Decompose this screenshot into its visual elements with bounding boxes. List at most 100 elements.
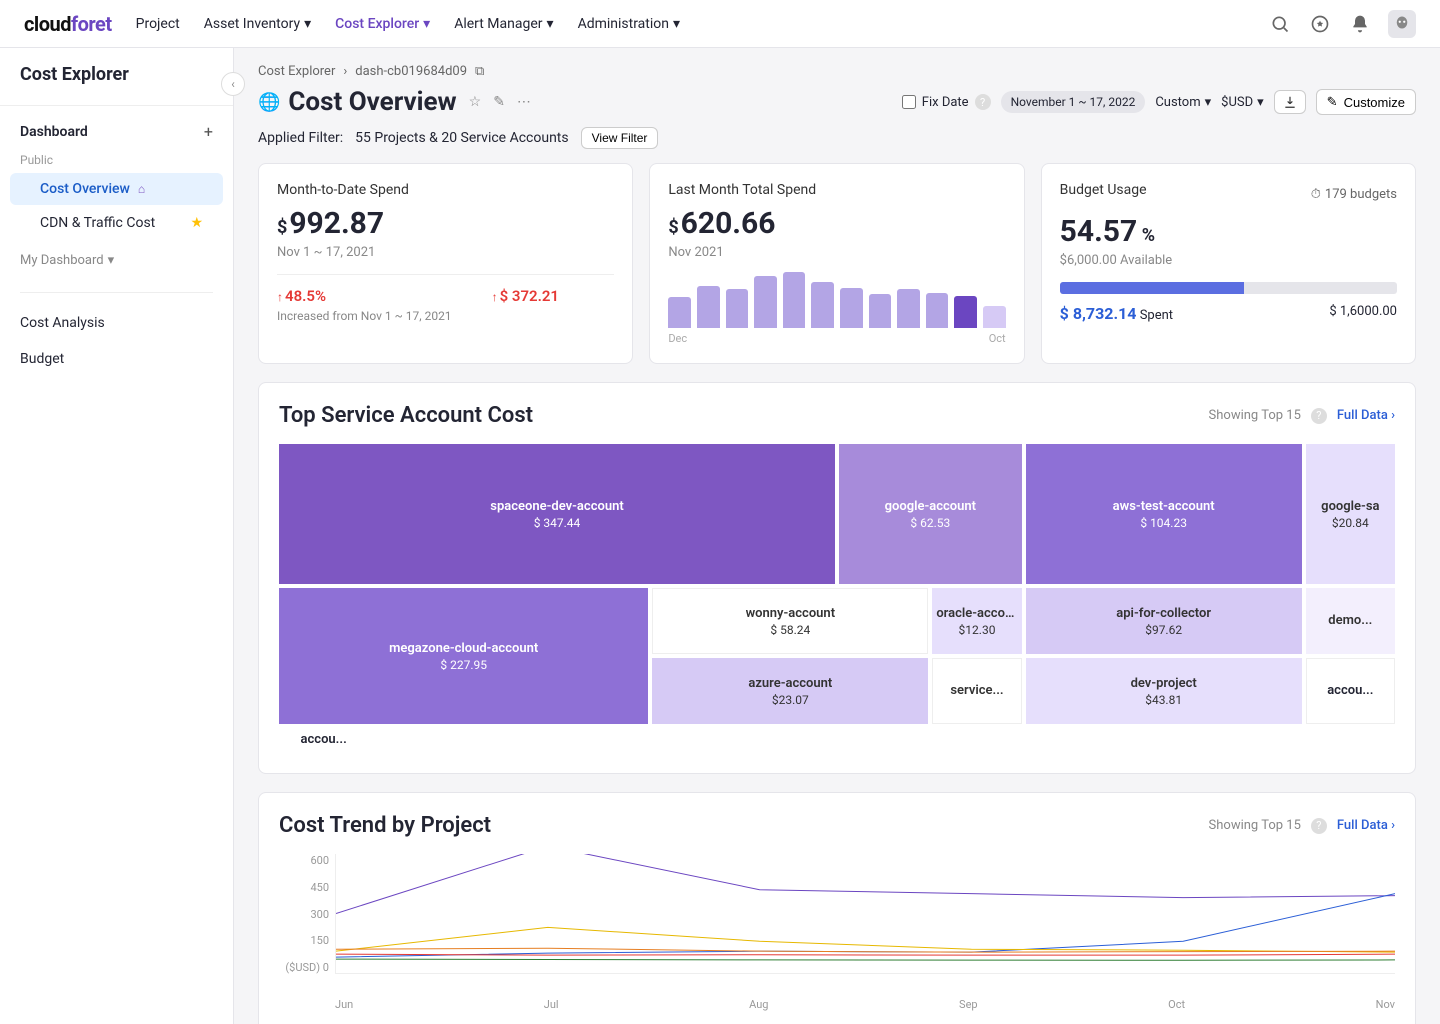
- mini-bar: [954, 296, 977, 328]
- logo[interactable]: cloudforet: [24, 12, 112, 36]
- nav-label: Administration: [578, 16, 669, 32]
- sidebar-item-label: Cost Overview: [40, 181, 130, 197]
- filter-label: Applied Filter:: [258, 130, 343, 146]
- page-title-text: Cost Overview: [288, 87, 456, 117]
- treemap-cell[interactable]: accou...: [279, 728, 368, 753]
- download-button[interactable]: [1274, 90, 1306, 114]
- treemap-cell[interactable]: demo...: [1306, 588, 1395, 654]
- nav-project[interactable]: Project: [136, 16, 180, 32]
- sidebar-link-budget[interactable]: Budget: [0, 341, 233, 377]
- topbar-right: [1268, 10, 1416, 38]
- card-budget-usage: Budget Usage ⏱179 budgets 54.57 % $6,000…: [1041, 163, 1416, 364]
- logo-part-2: foret: [71, 12, 112, 36]
- globe-icon: 🌐: [258, 92, 280, 113]
- currency-select[interactable]: $USD ▾: [1221, 95, 1264, 110]
- mini-bar: [726, 289, 749, 328]
- full-data-link[interactable]: Full Data ›: [1337, 408, 1395, 423]
- mini-bar: [897, 289, 920, 328]
- treemap-cell-value: $ 104.23: [1140, 516, 1187, 530]
- chevron-down-icon: ▾: [304, 16, 311, 32]
- treemap-cell[interactable]: wonny-account$ 58.24: [652, 588, 928, 654]
- date-range-pill[interactable]: November 1 ~ 17, 2022: [1001, 91, 1146, 113]
- sidebar: ‹ Cost Explorer Dashboard + Public Cost …: [0, 48, 234, 1024]
- favorites-icon[interactable]: [1308, 12, 1332, 36]
- breadcrumb-root[interactable]: Cost Explorer: [258, 64, 335, 79]
- budget-numbers: $ 8,732.14 Spent $ 1,6000.00: [1060, 304, 1397, 323]
- treemap-cell[interactable]: oracle-account$12.30: [932, 588, 1021, 654]
- sidebar-link-cost-analysis[interactable]: Cost Analysis: [0, 305, 233, 341]
- add-dashboard-button[interactable]: +: [204, 122, 213, 141]
- help-icon[interactable]: ?: [1311, 408, 1327, 424]
- treemap-cell[interactable]: accou...: [1306, 658, 1395, 724]
- sidebar-item-label: CDN & Traffic Cost: [40, 215, 155, 231]
- treemap-cell[interactable]: google-sa $20.84: [1306, 444, 1395, 584]
- title-right: Fix Date ? November 1 ~ 17, 2022 Custom …: [902, 89, 1416, 115]
- customize-label: Customize: [1344, 95, 1405, 110]
- stopwatch-icon: ⏱: [1311, 187, 1321, 202]
- mini-bar: [926, 293, 949, 328]
- nav-label: Alert Manager: [454, 16, 542, 32]
- treemap-cell[interactable]: megazone-cloud-account$ 227.95: [279, 588, 648, 724]
- budget-spent: $ 8,732.14 Spent: [1060, 304, 1173, 323]
- treemap-cell-name: service...: [950, 683, 1003, 698]
- nav-administration[interactable]: Administration▾: [578, 16, 680, 32]
- nav-label: Project: [136, 16, 180, 32]
- sidebar-item-cdn-traffic[interactable]: CDN & Traffic Cost ★: [10, 207, 223, 239]
- nav-label: Cost Explorer: [335, 16, 419, 32]
- treemap-cell[interactable]: google-account$ 62.53: [839, 444, 1022, 584]
- treemap-cell-name: spaceone-dev-account: [490, 499, 623, 514]
- nav-asset-inventory[interactable]: Asset Inventory▾: [204, 16, 311, 32]
- fix-date-checkbox[interactable]: [902, 95, 916, 109]
- nav-cost-explorer[interactable]: Cost Explorer▾: [335, 16, 430, 32]
- treemap-cell[interactable]: aws-test-account$ 104.23: [1026, 444, 1302, 584]
- nav-alert-manager[interactable]: Alert Manager ▾: [454, 16, 553, 32]
- chevron-down-icon: ▾: [547, 16, 554, 32]
- more-icon[interactable]: ⋯: [517, 94, 531, 110]
- copy-icon[interactable]: ⧉: [475, 64, 484, 79]
- help-icon[interactable]: ?: [975, 94, 991, 110]
- range-type-select[interactable]: Custom ▾: [1155, 95, 1211, 110]
- main: Cost Explorer › dash-cb019684d09 ⧉ 🌐 Cos…: [234, 48, 1440, 1024]
- treemap-cell-value: $12.30: [959, 623, 996, 637]
- star-icon[interactable]: ☆: [469, 94, 482, 110]
- chevron-down-icon: ▾: [1205, 95, 1212, 110]
- treemap-cell[interactable]: api-for-collector$97.62: [1026, 588, 1302, 654]
- page-title: 🌐 Cost Overview: [258, 87, 457, 117]
- treemap-cell[interactable]: dev-project$43.81: [1026, 658, 1302, 724]
- avatar[interactable]: [1388, 10, 1416, 38]
- panel-meta: Showing Top 15 ? Full Data ›: [1209, 818, 1395, 834]
- help-icon[interactable]: ?: [1311, 818, 1327, 834]
- chevron-down-icon: ▾: [108, 253, 115, 268]
- topbar: cloudforet Project Asset Inventory▾ Cost…: [0, 0, 1440, 48]
- fix-date-toggle[interactable]: Fix Date ?: [902, 94, 991, 110]
- panel-top-service-account: Top Service Account Cost Showing Top 15 …: [258, 382, 1416, 774]
- view-filter-button[interactable]: View Filter: [581, 127, 659, 149]
- plot-area: [335, 854, 1395, 974]
- axis-start: Dec: [668, 332, 687, 345]
- customize-button[interactable]: ✎Customize: [1316, 89, 1416, 115]
- sidebar-my-dashboard[interactable]: My Dashboard ▾: [0, 241, 233, 280]
- treemap-cell-value: $23.07: [772, 693, 809, 707]
- budget-count-text: 179 budgets: [1325, 187, 1397, 202]
- treemap-cell-name: accou...: [301, 732, 347, 747]
- budget-total: $ 1,6000.00: [1329, 304, 1397, 323]
- mini-bar-axis: Dec Oct: [668, 332, 1005, 345]
- sidebar-item-cost-overview[interactable]: Cost Overview ⌂: [10, 173, 223, 205]
- treemap-cell[interactable]: azure-account$23.07: [652, 658, 928, 724]
- sidebar-title: Cost Explorer: [0, 64, 233, 106]
- treemap-cell-value: $20.84: [1332, 516, 1369, 530]
- treemap-cell[interactable]: service...: [932, 658, 1021, 724]
- currency-symbol: $: [277, 217, 287, 238]
- mini-bar: [754, 276, 777, 328]
- delta-amount: ↑$ 372.21: [492, 287, 559, 305]
- treemap-cell-name: google-sa: [1321, 499, 1379, 514]
- treemap-cell[interactable]: spaceone-dev-account$ 347.44: [279, 444, 835, 584]
- budget-progress-fill: [1060, 282, 1244, 294]
- edit-icon[interactable]: ✎: [493, 94, 505, 110]
- full-data-link[interactable]: Full Data ›: [1337, 818, 1395, 833]
- search-icon[interactable]: [1268, 12, 1292, 36]
- treemap-cell-name: api-for-collector: [1116, 606, 1211, 621]
- topnav: Project Asset Inventory▾ Cost Explorer▾ …: [136, 16, 680, 32]
- amount-value: 620.66: [681, 206, 776, 241]
- bell-icon[interactable]: [1348, 12, 1372, 36]
